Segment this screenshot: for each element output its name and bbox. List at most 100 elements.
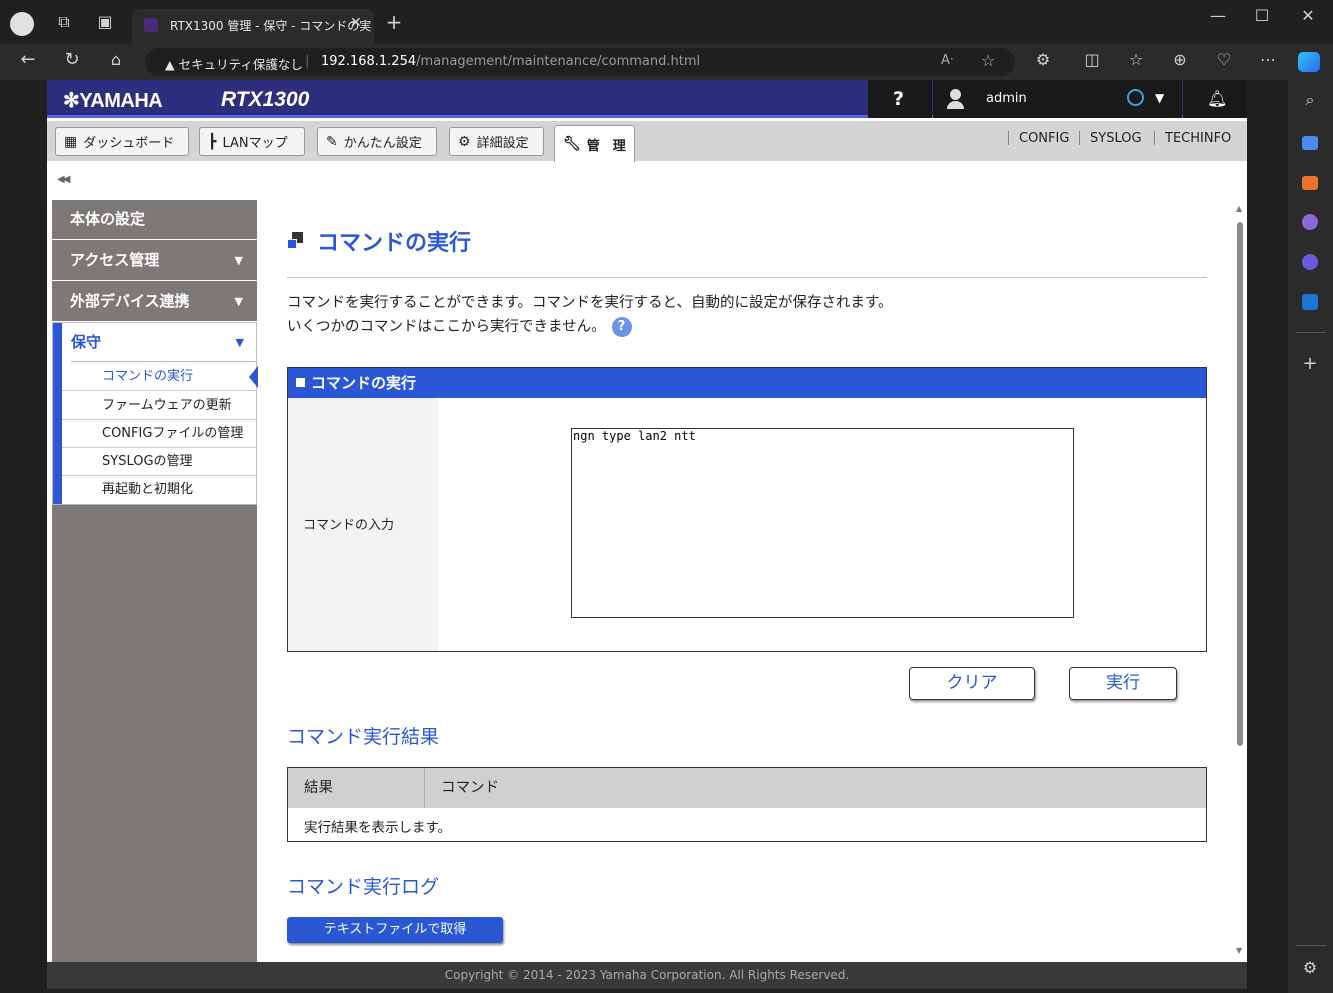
scrollbar-thumb[interactable] xyxy=(1237,222,1243,746)
scroll-up-icon[interactable]: ▲ xyxy=(1236,204,1242,213)
techinfo-link[interactable]: TECHINFO xyxy=(1165,131,1231,146)
sidebar-subitem-command[interactable]: コマンドの実行 xyxy=(62,363,258,391)
sidebar: 本体の設定 アクセス管理 ▼ 外部デバイス連携 ▼ 保守 ▼ コマンドの実行 フ… xyxy=(52,200,258,962)
sidebar-subitem-syslog[interactable]: SYSLOGの管理 xyxy=(62,448,257,476)
page-footer: Copyright © 2014 - 2023 Yamaha Corporati… xyxy=(47,962,1247,989)
outlook-icon[interactable] xyxy=(1302,294,1318,310)
address-bar-row: ← ↻ ⌂ ▲ セキュリティ保護なし | 192.168.1.254/manag… xyxy=(0,44,1333,80)
wrench-icon: 🔧︎ xyxy=(563,136,581,152)
favorite-star-icon[interactable]: ☆ xyxy=(981,51,995,70)
games-icon[interactable] xyxy=(1302,214,1318,230)
results-table: 結果 コマンド 実行結果を表示します。 xyxy=(287,767,1207,842)
clear-button[interactable]: クリア xyxy=(909,667,1035,700)
tools-icon[interactable] xyxy=(1302,176,1318,190)
read-aloud-icon[interactable]: Aᐧ xyxy=(941,53,953,68)
more-menu-icon[interactable]: ⋯ xyxy=(1256,50,1280,74)
chevron-down-icon: ▼ xyxy=(1155,91,1165,105)
current-pointer-icon xyxy=(249,366,258,388)
page-title: コマンドの実行 xyxy=(287,225,471,257)
close-window-icon[interactable]: ✕ xyxy=(1296,6,1320,30)
tab-dashboard[interactable]: ▦ ダッシュボード xyxy=(55,127,189,156)
collections-icon[interactable]: ⊕ xyxy=(1168,50,1192,74)
back-icon[interactable]: ← xyxy=(16,50,40,74)
triangle-down-icon: ▼ xyxy=(234,254,243,267)
notifications-button[interactable]: 🔔︎ xyxy=(1183,80,1247,118)
extensions-icon[interactable]: ⚙ xyxy=(1031,50,1055,74)
router-admin-page: ✻YAMAHA RTX1300 ? admin ▼ 🔔︎ ▦ ダッシュボード ┣ L… xyxy=(47,80,1247,962)
new-tab-icon[interactable]: + xyxy=(382,12,406,36)
divider xyxy=(287,277,1207,278)
address-bar[interactable]: ▲ セキュリティ保護なし | 192.168.1.254/management/… xyxy=(145,48,1015,76)
split-screen-icon[interactable]: ◫ xyxy=(1080,50,1104,74)
favorites-icon[interactable]: ☆ xyxy=(1124,50,1148,74)
tab-actions-icon[interactable]: ▣ xyxy=(93,12,117,36)
sidebar-subitem-config-file[interactable]: CONFIGファイルの管理 xyxy=(62,420,257,448)
execute-button[interactable]: 実行 xyxy=(1069,667,1177,700)
sidebar-settings-icon[interactable]: ⚙ xyxy=(1298,958,1322,982)
status-ring-icon xyxy=(1127,89,1144,106)
wand-icon: ✎ xyxy=(326,133,338,150)
tab-management[interactable]: 🔧︎ 管 理 xyxy=(554,125,635,162)
bell-icon: 🔔︎ xyxy=(1207,89,1228,108)
divider xyxy=(1154,131,1155,145)
maximize-icon[interactable]: ☐ xyxy=(1250,6,1274,30)
copilot-icon[interactable] xyxy=(1298,52,1320,72)
sidebar-item-device-settings[interactable]: 本体の設定 xyxy=(52,200,257,240)
main-nav: ▦ ダッシュボード ┣ LANマップ ✎ かんたん設定 ⚙ 詳細設定 🔧︎ 管 理 CON… xyxy=(47,121,1247,162)
sidebar-divider xyxy=(1296,332,1326,333)
divider xyxy=(1008,131,1009,145)
close-tab-icon[interactable]: ✕ xyxy=(350,15,362,31)
help-icon[interactable]: ? xyxy=(611,317,632,337)
description-line-1: コマンドを実行することができます。コマンドを実行すると、自動的に設定が保存されま… xyxy=(287,295,893,311)
command-box-header: コマンドの実行 xyxy=(288,368,1206,398)
url-text[interactable]: 192.168.1.254/management/maintenance/com… xyxy=(321,54,700,69)
syslog-link[interactable]: SYSLOG xyxy=(1090,131,1142,146)
minimize-icon[interactable]: — xyxy=(1206,6,1230,30)
yamaha-logo: ✻YAMAHA xyxy=(63,90,163,112)
results-header-command: コマンド xyxy=(425,768,1206,808)
scroll-down-icon[interactable]: ▼ xyxy=(1236,946,1242,955)
sidebar-item-maintenance[interactable]: 保守 ▼ xyxy=(71,323,256,362)
security-warning[interactable]: ▲ セキュリティ保護なし xyxy=(165,54,303,73)
dashboard-icon: ▦ xyxy=(64,133,78,150)
performance-icon[interactable]: ♡ xyxy=(1212,50,1236,74)
browser-tab[interactable]: RTX1300 管理 - 保守 - コマンドの実 ✕ xyxy=(132,9,374,44)
label-cell: コマンドの入力 xyxy=(288,398,438,651)
sidebar-subitem-reboot-init[interactable]: 再起動と初期化 xyxy=(62,476,257,504)
description-line-2: いくつかのコマンドはここから実行できません。? xyxy=(287,315,632,337)
shopping-icon[interactable] xyxy=(1302,136,1318,150)
user-name: admin xyxy=(986,91,1027,106)
sidebar-item-external-devices[interactable]: 外部デバイス連携 ▼ xyxy=(52,282,257,322)
square-bullet-icon xyxy=(296,378,305,387)
tab-easy-setup[interactable]: ✎ かんたん設定 xyxy=(317,127,437,156)
browser-tab-bar: ⧉ ▣ RTX1300 管理 - 保守 - コマンドの実 ✕ + — ☐ ✕ xyxy=(0,0,1333,44)
help-button[interactable]: ? xyxy=(868,80,932,118)
triangle-down-icon: ▼ xyxy=(235,336,244,349)
command-box: コマンドの実行 コマンドの入力 ngn type lan2 ntt xyxy=(287,367,1207,652)
home-icon[interactable]: ⌂ xyxy=(104,50,128,74)
workspaces-icon[interactable]: ⧉ xyxy=(52,12,76,36)
collapse-sidebar-icon[interactable]: ◀◀ xyxy=(57,174,70,185)
refresh-icon[interactable]: ↻ xyxy=(60,50,84,74)
user-menu[interactable]: admin ▼ xyxy=(933,80,1182,118)
lanmap-icon: ┣ xyxy=(208,133,217,150)
sidebar-divider xyxy=(1296,945,1326,946)
download-log-button[interactable]: テキストファイルで取得 xyxy=(287,917,503,943)
triangle-down-icon: ▼ xyxy=(234,295,243,308)
browser-left-margin xyxy=(0,80,47,993)
command-input-label: コマンドの入力 xyxy=(303,518,395,533)
search-icon[interactable]: ⌕ xyxy=(1298,90,1322,114)
profile-icon[interactable] xyxy=(10,12,34,36)
sidebar-subitem-firmware[interactable]: ファームウェアの更新 xyxy=(62,392,257,420)
gear-icon: ⚙ xyxy=(458,133,471,150)
page-scrollbar[interactable]: ▲ ▼ xyxy=(1234,200,1247,962)
tab-advanced-settings[interactable]: ⚙ 詳細設定 xyxy=(449,127,544,156)
tab-lan-map[interactable]: ┣ LANマップ xyxy=(199,127,305,156)
sidebar-item-access-management[interactable]: アクセス管理 ▼ xyxy=(52,241,257,281)
copilot-side-icon[interactable] xyxy=(1302,254,1318,270)
user-body-icon xyxy=(947,101,964,109)
add-sidebar-icon[interactable]: + xyxy=(1298,354,1322,378)
user-icon xyxy=(950,89,961,100)
config-link[interactable]: CONFIG xyxy=(1019,131,1069,146)
command-input[interactable]: ngn type lan2 ntt xyxy=(571,428,1074,618)
